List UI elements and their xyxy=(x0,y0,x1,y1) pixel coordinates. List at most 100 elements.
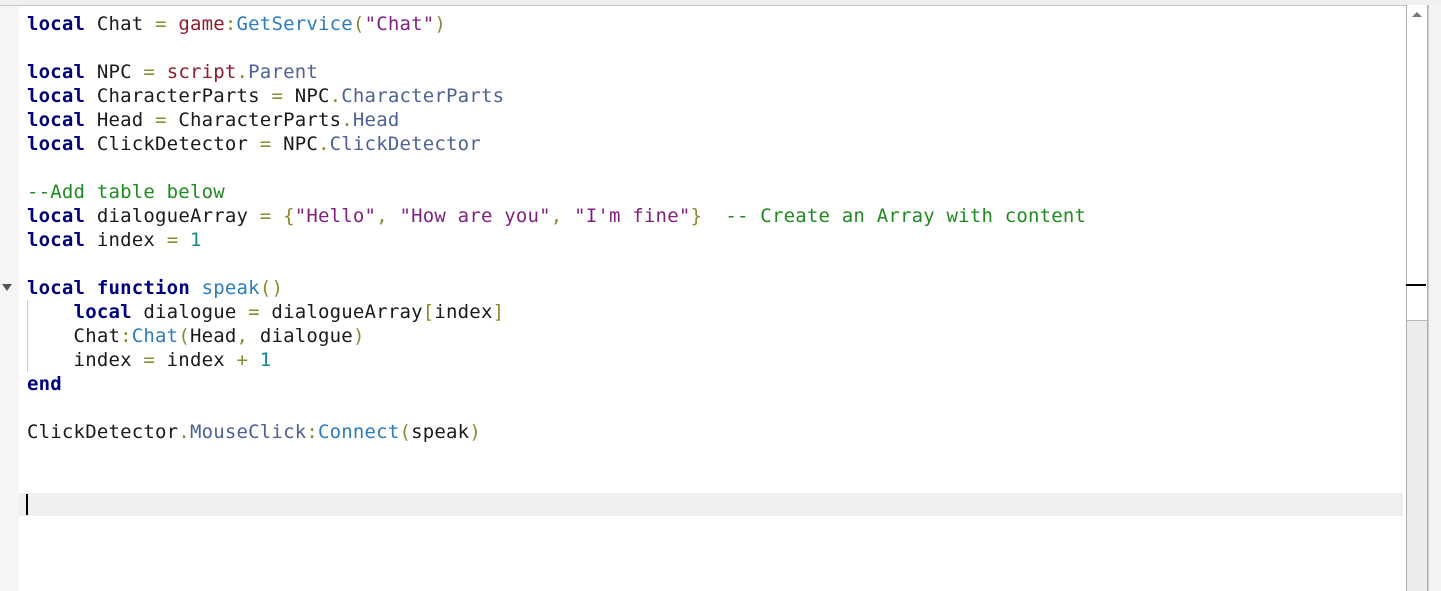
code-token: end xyxy=(27,373,62,395)
code-line[interactable]: end xyxy=(27,372,1405,396)
code-token: NPC xyxy=(85,61,144,83)
code-token: Head xyxy=(189,325,237,347)
code-line[interactable]: local index = 1 xyxy=(27,228,1405,252)
code-line[interactable]: local function speak() xyxy=(27,276,1405,300)
code-token: local xyxy=(73,301,132,323)
code-token: Head xyxy=(85,109,156,131)
code-token: = xyxy=(259,133,272,155)
code-line[interactable]: local dialogue = dialogueArray[index] xyxy=(27,300,1405,324)
code-token: "Hello" xyxy=(294,205,377,227)
code-token: local xyxy=(27,229,86,251)
code-token: [ xyxy=(422,301,435,323)
code-token: game xyxy=(178,13,225,35)
code-token: --Add table below xyxy=(27,181,225,203)
code-token: = xyxy=(155,13,167,35)
code-line[interactable] xyxy=(27,252,1405,276)
code-token: . xyxy=(329,85,342,107)
vertical-scrollbar[interactable] xyxy=(1406,5,1428,591)
code-token: local xyxy=(27,277,86,299)
code-token: function xyxy=(96,277,190,299)
code-token: dialogue xyxy=(131,301,249,323)
code-token: = xyxy=(271,85,284,107)
tab-bar xyxy=(0,0,1441,6)
editor-gutter xyxy=(0,6,19,591)
code-token: = xyxy=(155,109,167,131)
code-line[interactable]: local CharacterParts = NPC.CharacterPart… xyxy=(27,84,1405,108)
scroll-up-arrow-icon[interactable] xyxy=(1407,5,1427,25)
code-line[interactable]: local ClickDetector = NPC.ClickDetector xyxy=(27,132,1405,156)
code-line[interactable] xyxy=(27,468,1405,492)
code-token: = xyxy=(143,61,156,83)
code-token: CharacterParts xyxy=(85,85,272,107)
code-line[interactable] xyxy=(27,444,1405,468)
code-token: ] xyxy=(492,301,505,323)
code-line[interactable] xyxy=(27,156,1405,180)
code-line[interactable]: Chat:Chat(Head, dialogue) xyxy=(27,324,1405,348)
code-token: index xyxy=(85,229,167,251)
code-token: local xyxy=(27,205,86,227)
code-token: ( xyxy=(352,13,365,35)
code-token: Chat xyxy=(27,325,121,347)
code-line[interactable]: --Add table below xyxy=(27,180,1405,204)
code-token: dialogueArray xyxy=(259,301,423,323)
code-token: speak xyxy=(411,421,470,443)
code-token: Connect xyxy=(317,421,400,443)
code-token: + xyxy=(236,349,249,371)
code-token: : xyxy=(120,325,132,347)
code-line[interactable] xyxy=(27,396,1405,420)
code-token: 1 xyxy=(189,229,202,251)
code-token: script xyxy=(166,61,237,83)
code-token: index xyxy=(434,301,493,323)
fold-collapse-icon[interactable] xyxy=(2,284,12,291)
code-token: , xyxy=(376,205,400,227)
right-panel-edge xyxy=(1428,5,1441,591)
code-token: CharacterParts xyxy=(166,109,342,131)
code-token: , xyxy=(550,205,575,227)
code-token: = xyxy=(166,229,179,251)
code-token: Chat xyxy=(131,325,179,347)
code-token: "Chat" xyxy=(364,13,435,35)
code-token: "How are you" xyxy=(399,205,551,227)
code-line[interactable] xyxy=(27,492,1405,516)
code-token: : xyxy=(224,13,237,35)
code-line[interactable]: local Head = CharacterParts.Head xyxy=(27,108,1405,132)
code-token: speak xyxy=(201,277,260,299)
code-line[interactable]: local Chat = game:GetService("Chat") xyxy=(27,12,1405,36)
code-token: -- Create an Array with content xyxy=(725,205,1087,227)
code-token: local xyxy=(27,109,86,131)
code-token: = xyxy=(259,205,272,227)
code-token: Head xyxy=(352,109,400,131)
code-line[interactable]: local dialogueArray = {"Hello", "How are… xyxy=(27,204,1405,228)
code-editor[interactable]: local Chat = game:GetService("Chat") loca… xyxy=(27,12,1405,516)
code-token: local xyxy=(27,85,86,107)
code-token: CharacterParts xyxy=(341,85,505,107)
code-token: = xyxy=(248,301,260,323)
code-token: "I'm fine" xyxy=(574,205,691,227)
code-token: ClickDetector xyxy=(329,133,481,155)
code-line[interactable] xyxy=(27,36,1405,60)
scrollbar-thumb[interactable] xyxy=(1407,24,1427,321)
code-line[interactable]: ClickDetector.MouseClick:Connect(speak) xyxy=(27,420,1405,444)
code-token: ClickDetector xyxy=(27,421,179,443)
code-token: } xyxy=(690,205,703,227)
code-line[interactable]: index = index + 1 xyxy=(27,348,1405,372)
code-token: ClickDetector xyxy=(85,133,260,155)
text-cursor xyxy=(26,494,28,515)
code-token: . xyxy=(341,109,353,131)
code-token: MouseClick xyxy=(189,421,307,443)
code-token: local xyxy=(27,133,86,155)
code-token: Chat xyxy=(85,13,156,35)
code-token: ( xyxy=(399,421,412,443)
code-token: ( xyxy=(178,325,190,347)
code-token: NPC xyxy=(283,85,330,107)
scrollbar-position-marker xyxy=(1406,284,1426,286)
code-line[interactable]: local NPC = script.Parent xyxy=(27,60,1405,84)
code-token: GetService xyxy=(236,13,353,35)
